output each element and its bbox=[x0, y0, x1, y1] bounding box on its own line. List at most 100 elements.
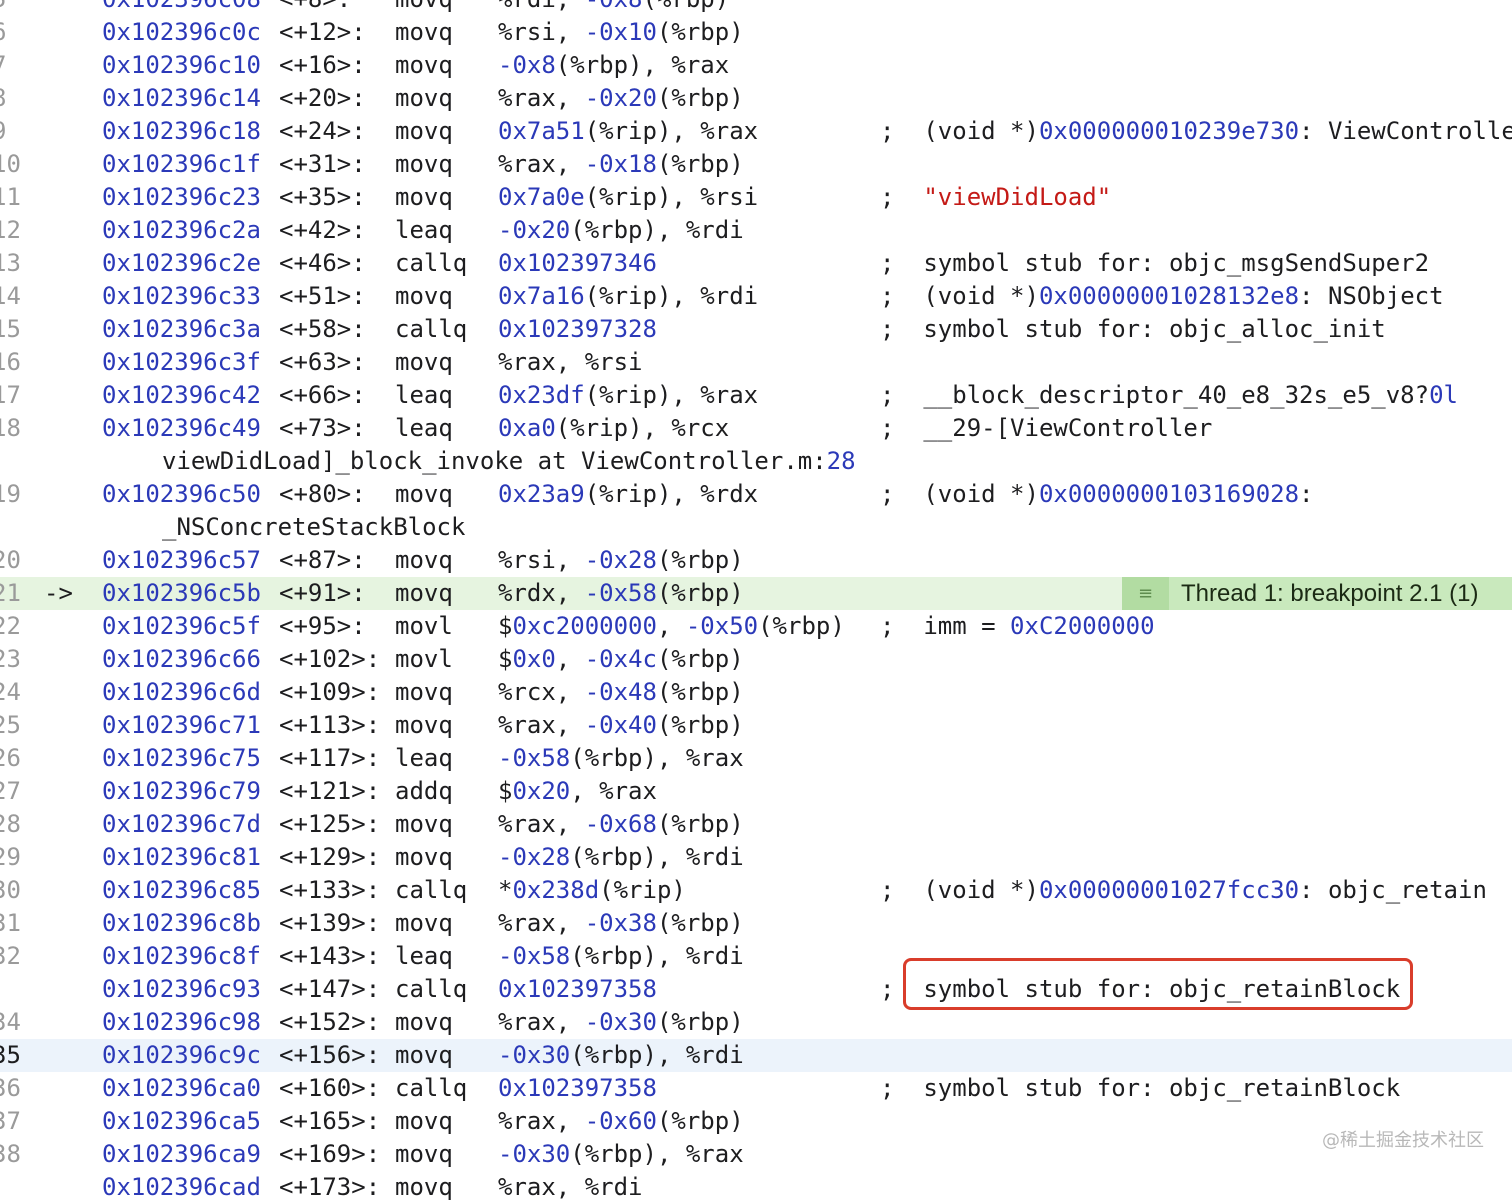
opcode: callq bbox=[395, 249, 468, 277]
line-number[interactable]: 15 bbox=[0, 315, 21, 343]
line-number[interactable]: 31 bbox=[0, 909, 21, 937]
instruction-row[interactable]: 11 0x102396c23 <+35>: movq 0x7a0e(%rip), %rs… bbox=[0, 181, 1512, 214]
offset: <+156>: bbox=[279, 1041, 381, 1069]
line-number[interactable]: 10 bbox=[0, 150, 21, 178]
line-number[interactable]: 25 bbox=[0, 711, 21, 739]
offset: <+80>: bbox=[279, 480, 366, 508]
instruction-row[interactable]: 17 0x102396c42 <+66>: leaq 0x23df(%rip), %ra… bbox=[0, 379, 1512, 412]
instruction-row[interactable]: 38 0x102396ca9 <+169>: movq -0x30(%rbp), %ra… bbox=[0, 1138, 1512, 1171]
address: 0x102396c6d bbox=[102, 678, 261, 706]
address: 0x102396c9c bbox=[102, 1041, 261, 1069]
instruction-row[interactable]: 20 0x102396c57 <+87>: movq %rsi, -0x28(%rbp) bbox=[0, 544, 1512, 577]
opcode: movl bbox=[395, 645, 453, 673]
line-number[interactable]: 34 bbox=[0, 1008, 21, 1036]
operands: $0x20, %rax bbox=[498, 777, 657, 805]
instruction-row[interactable]: 15 0x102396c3a <+58>: callq 0x102397328 ; sym… bbox=[0, 313, 1512, 346]
address: 0x102396c23 bbox=[102, 183, 261, 211]
line-number[interactable]: 5 bbox=[0, 0, 18, 13]
line-number[interactable]: 23 bbox=[0, 645, 21, 673]
offset: <+147>: bbox=[279, 975, 381, 1003]
offset: <+16>: bbox=[279, 51, 366, 79]
instruction-row[interactable]: 35 0x102396c9c <+156>: movq -0x30(%rbp), %rd… bbox=[0, 1039, 1512, 1072]
line-number[interactable]: 29 bbox=[0, 843, 21, 871]
instruction-row[interactable]: 29 0x102396c81 <+129>: movq -0x28(%rbp), %rd… bbox=[0, 841, 1512, 874]
instruction-row[interactable]: 36 0x102396ca0 <+160>: callq 0x102397358 ; sy… bbox=[0, 1072, 1512, 1105]
line-number[interactable]: 22 bbox=[0, 612, 21, 640]
line-number[interactable]: 24 bbox=[0, 678, 21, 706]
instruction-row[interactable]: 22 0x102396c5f <+95>: movl $0xc2000000, -0x5… bbox=[0, 610, 1512, 643]
instruction-row[interactable]: 10 0x102396c1f <+31>: movq %rax, -0x18(%rbp) bbox=[0, 148, 1512, 181]
line-number[interactable]: 36 bbox=[0, 1074, 21, 1102]
instruction-row[interactable]: 16 0x102396c3f <+63>: movq %rax, %rsi bbox=[0, 346, 1512, 379]
line-number[interactable]: 17 bbox=[0, 381, 21, 409]
instruction-row[interactable]: 24 0x102396c6d <+109>: movq %rcx, -0x48(%rbp… bbox=[0, 676, 1512, 709]
instruction-row[interactable]: 27 0x102396c79 <+121>: addq $0x20, %rax bbox=[0, 775, 1512, 808]
line-number[interactable]: 21 bbox=[0, 579, 21, 607]
list-lines-icon[interactable]: ≡ bbox=[1122, 577, 1169, 610]
instruction-row[interactable]: 23 0x102396c66 <+102>: movl $0x0, -0x4c(%rbp… bbox=[0, 643, 1512, 676]
line-number[interactable]: 35 bbox=[0, 1041, 21, 1069]
address: 0x102396c5b bbox=[102, 579, 261, 607]
instruction-row[interactable]: 6 0x102396c0c <+12>: movq %rsi, -0x10(%rbp) bbox=[0, 16, 1512, 49]
breakpoint-annotation[interactable]: ≡ Thread 1: breakpoint 2.1 (1) bbox=[1122, 577, 1512, 610]
line-number[interactable]: 37 bbox=[0, 1107, 21, 1135]
instruction-row[interactable]: 12 0x102396c2a <+42>: leaq -0x20(%rbp), %rdi bbox=[0, 214, 1512, 247]
instruction-row[interactable]: 26 0x102396c75 <+117>: leaq -0x58(%rbp), %ra… bbox=[0, 742, 1512, 775]
opcode: movq bbox=[395, 1173, 453, 1201]
operands: %rax, -0x20(%rbp) bbox=[498, 84, 744, 112]
instruction-row[interactable]: 25 0x102396c71 <+113>: movq %rax, -0x40(%rbp… bbox=[0, 709, 1512, 742]
line-number[interactable]: 11 bbox=[0, 183, 21, 211]
line-number[interactable]: 6 bbox=[0, 18, 18, 46]
line-number[interactable]: 9 bbox=[0, 117, 18, 145]
instruction-row[interactable]: 5 0x102396c08 <+8>: movq %rdi, -0x8(%rbp) bbox=[0, 0, 1512, 16]
offset: <+121>: bbox=[279, 777, 381, 805]
line-number[interactable]: 16 bbox=[0, 348, 21, 376]
instruction-row[interactable]: 19 0x102396c50 <+80>: movq 0x23a9(%rip), %rd… bbox=[0, 478, 1512, 511]
comment: ; __block_descriptor_40_e8_32s_e5_v8?0l bbox=[880, 381, 1458, 409]
line-number[interactable]: 20 bbox=[0, 546, 21, 574]
opcode: movq bbox=[395, 480, 453, 508]
operands: 0xa0(%rip), %rcx bbox=[498, 414, 730, 442]
line-number[interactable]: 8 bbox=[0, 84, 18, 112]
opcode: leaq bbox=[395, 414, 453, 442]
address: 0x102396c33 bbox=[102, 282, 261, 310]
line-number[interactable]: 12 bbox=[0, 216, 21, 244]
opcode: movq bbox=[395, 579, 453, 607]
operands: %rdi, -0x8(%rbp) bbox=[498, 0, 729, 13]
instruction-row[interactable]: 8 0x102396c14 <+20>: movq %rax, -0x20(%rbp) bbox=[0, 82, 1512, 115]
address: 0x102396c18 bbox=[102, 117, 261, 145]
operands: 0x23df(%rip), %rax bbox=[498, 381, 759, 409]
instruction-row[interactable]: 21 -> 0x102396c5b <+91>: movq %rdx, -0x58(%rb… bbox=[0, 577, 1512, 610]
line-number[interactable]: 14 bbox=[0, 282, 21, 310]
instruction-row[interactable]: 37 0x102396ca5 <+165>: movq %rax, -0x60(%rbp… bbox=[0, 1105, 1512, 1138]
instruction-row[interactable]: 30 0x102396c85 <+133>: callq *0x238d(%rip) ; … bbox=[0, 874, 1512, 907]
line-number[interactable]: 27 bbox=[0, 777, 21, 805]
instruction-row[interactable]: 28 0x102396c7d <+125>: movq %rax, -0x68(%rbp… bbox=[0, 808, 1512, 841]
line-number[interactable]: 32 bbox=[0, 942, 21, 970]
instruction-row[interactable]: 7 0x102396c10 <+16>: movq -0x8(%rbp), %rax bbox=[0, 49, 1512, 82]
instruction-row[interactable]: 14 0x102396c33 <+51>: movq 0x7a16(%rip), %rd… bbox=[0, 280, 1512, 313]
line-number[interactable]: 30 bbox=[0, 876, 21, 904]
line-number[interactable]: 19 bbox=[0, 480, 21, 508]
opcode: movq bbox=[395, 1140, 453, 1168]
instruction-row[interactable]: 0x102396cad <+173>: movq %rax, %rdi bbox=[0, 1171, 1512, 1204]
instruction-row[interactable]: 18 0x102396c49 <+73>: leaq 0xa0(%rip), %rcx;… bbox=[0, 412, 1512, 445]
offset: <+125>: bbox=[279, 810, 381, 838]
offset: <+173>: bbox=[279, 1173, 381, 1201]
line-number[interactable]: 13 bbox=[0, 249, 21, 277]
offset: <+109>: bbox=[279, 678, 381, 706]
instruction-row[interactable]: 31 0x102396c8b <+139>: movq %rax, -0x38(%rbp… bbox=[0, 907, 1512, 940]
line-number[interactable]: 18 bbox=[0, 414, 21, 442]
line-number[interactable]: 26 bbox=[0, 744, 21, 772]
operands: *0x238d(%rip) bbox=[498, 876, 686, 904]
address: 0x102396c14 bbox=[102, 84, 261, 112]
instruction-row[interactable]: 9 0x102396c18 <+24>: movq 0x7a51(%rip), %rax… bbox=[0, 115, 1512, 148]
instruction-row[interactable]: 34 0x102396c98 <+152>: movq %rax, -0x30(%rbp… bbox=[0, 1006, 1512, 1039]
instruction-row[interactable]: 13 0x102396c2e <+46>: callq 0x102397346 ; sym… bbox=[0, 247, 1512, 280]
line-number[interactable]: 28 bbox=[0, 810, 21, 838]
address: 0x102396c85 bbox=[102, 876, 261, 904]
line-number[interactable]: 7 bbox=[0, 51, 18, 79]
line-number[interactable]: 38 bbox=[0, 1140, 21, 1168]
address: 0x102396c08 bbox=[102, 0, 261, 13]
opcode: leaq bbox=[395, 744, 453, 772]
